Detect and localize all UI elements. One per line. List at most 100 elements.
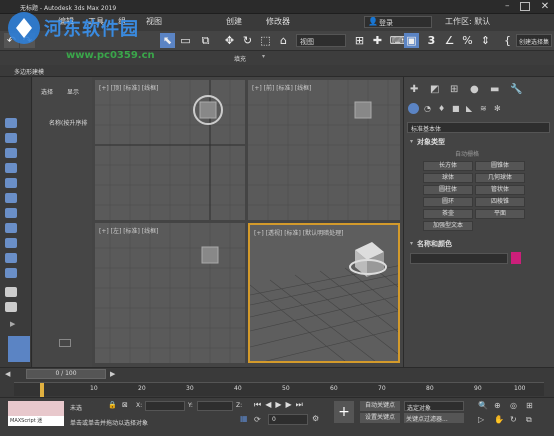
bone-filter-icon[interactable]: [5, 268, 17, 278]
auto-key-button[interactable]: 自动关键点: [360, 401, 400, 411]
select-scale-icon[interactable]: ⬚: [258, 33, 273, 48]
utilities-tab-icon[interactable]: 🔧: [510, 84, 522, 95]
create-tab-icon[interactable]: ✚: [410, 84, 418, 95]
snaps-3d-icon[interactable]: 3: [424, 33, 439, 48]
name-column-header[interactable]: 名称(按升序排: [49, 118, 87, 127]
place-icon[interactable]: ⌂: [276, 33, 291, 48]
collapse-name-icon[interactable]: ▾: [410, 240, 413, 247]
menu-create[interactable]: 创建: [226, 16, 242, 27]
expand-arrow-icon[interactable]: ▶: [10, 320, 15, 328]
display-tab[interactable]: 显示: [67, 87, 79, 96]
collapse-icon[interactable]: ▾: [410, 138, 413, 145]
shapes-icon[interactable]: ◔: [424, 104, 431, 113]
maxscript-label[interactable]: MAXScript 迷: [8, 416, 64, 426]
display-none-icon[interactable]: [5, 118, 17, 128]
pivot-icon[interactable]: ⊞: [352, 33, 367, 48]
angle-snap-icon[interactable]: ∠: [442, 33, 457, 48]
hierarchy-icon[interactable]: [5, 287, 17, 297]
zoom-icon[interactable]: 🔍: [478, 401, 488, 410]
geosphere-button[interactable]: 几何球体: [475, 173, 525, 183]
teapot-button[interactable]: 茶壶: [423, 209, 473, 219]
redo-icon[interactable]: ↷: [20, 33, 35, 48]
spacewarps-icon[interactable]: ≋: [480, 104, 487, 113]
viewport-left[interactable]: [+] [左] [标准] [线框]: [95, 223, 245, 363]
edit-named-sets-icon[interactable]: {: [500, 33, 515, 48]
keyboard-shortcut-icon[interactable]: ⌨: [390, 33, 406, 48]
orbit-icon[interactable]: ↻: [510, 415, 517, 424]
zoom-all-icon[interactable]: ⊕: [494, 401, 501, 410]
motion-tab-icon[interactable]: ●: [470, 84, 479, 95]
zoom-extents-all-icon[interactable]: ⊞: [526, 401, 533, 410]
select-move-icon[interactable]: ✥: [222, 33, 237, 48]
workspace-dropdown[interactable]: 工作区: 默认: [445, 16, 490, 27]
menu-modifiers[interactable]: 修改器: [266, 16, 290, 27]
geometry-filter-icon[interactable]: [5, 148, 17, 158]
torus-button[interactable]: 圆环: [423, 197, 473, 207]
zoom-extents-icon[interactable]: ◎: [510, 401, 517, 410]
go-to-start-icon[interactable]: ⏮: [254, 400, 261, 412]
menu-group[interactable]: 组: [118, 16, 126, 27]
percent-snap-icon[interactable]: %: [460, 33, 475, 48]
sign-in-dropdown[interactable]: 👤 登录: [364, 16, 432, 28]
time-slider[interactable]: 0 / 100: [26, 369, 106, 379]
geometry-icon[interactable]: [408, 103, 419, 114]
primitive-type-dropdown[interactable]: 标准基本体: [407, 122, 550, 133]
next-frame-icon[interactable]: ▶: [110, 370, 115, 378]
key-filters-button[interactable]: 关键点过滤器...: [404, 413, 464, 423]
tube-button[interactable]: 管状体: [475, 185, 525, 195]
cone-button[interactable]: 圆锥体: [475, 161, 525, 171]
select-tab[interactable]: 选择: [41, 87, 53, 96]
plane-button[interactable]: 平面: [475, 209, 525, 219]
snaps-toggle-icon[interactable]: ▣: [404, 33, 419, 48]
name-color-title[interactable]: 名称和颜色: [417, 239, 452, 249]
cylinder-button[interactable]: 圆柱体: [423, 185, 473, 195]
track-bar[interactable]: 10 20 30 40 50 60 70 80 90 100: [14, 382, 544, 397]
spinner-snap-icon[interactable]: ⇕: [478, 33, 493, 48]
display-all-icon[interactable]: [5, 133, 17, 143]
go-to-end-icon[interactable]: ⏭: [296, 400, 303, 412]
menu-view[interactable]: 视图: [146, 16, 162, 27]
maximize-button[interactable]: [520, 2, 530, 11]
camera-filter-icon[interactable]: [5, 193, 17, 203]
hierarchy-tab-icon[interactable]: ⊞: [450, 84, 458, 95]
y-coordinate-field[interactable]: [197, 401, 233, 411]
scroll-thumb[interactable]: [59, 339, 71, 347]
helpers-icon[interactable]: ◣: [466, 104, 472, 113]
current-frame-field[interactable]: 0: [268, 414, 308, 425]
light-filter-icon[interactable]: [5, 178, 17, 188]
set-key-button[interactable]: 设置关键点: [360, 413, 400, 423]
menu-tools[interactable]: 工具: [88, 16, 104, 27]
next-key-icon[interactable]: ▶: [286, 400, 292, 412]
select-region-icon[interactable]: ▭: [178, 33, 193, 48]
box-button[interactable]: 长方体: [423, 161, 473, 171]
viewport-top-label[interactable]: [+] [顶] [标准] [线框]: [99, 83, 158, 92]
select-rotate-icon[interactable]: ↻: [240, 33, 255, 48]
cameras-icon[interactable]: ■: [452, 104, 460, 113]
grid-icon[interactable]: ▦: [240, 414, 248, 423]
absolute-mode-icon[interactable]: ⊠: [122, 401, 128, 409]
key-target-dropdown[interactable]: 选定对象: [404, 401, 464, 412]
previous-key-icon[interactable]: ◀: [265, 400, 271, 412]
set-key-big-icon[interactable]: +: [334, 401, 354, 423]
prev-frame-icon[interactable]: ◀: [5, 370, 10, 378]
spacewarp-filter-icon[interactable]: [5, 223, 17, 233]
ribbon-expand-icon[interactable]: ▾: [262, 53, 265, 60]
modify-tab-icon[interactable]: ◩: [430, 84, 439, 95]
shape-filter-icon[interactable]: [5, 163, 17, 173]
object-type-title[interactable]: 对象类型: [417, 137, 445, 147]
time-config-icon[interactable]: ⚙: [312, 414, 319, 423]
group-filter-icon[interactable]: [5, 238, 17, 248]
xref-filter-icon[interactable]: [5, 253, 17, 263]
layer-icon[interactable]: [5, 302, 17, 312]
helper-filter-icon[interactable]: [5, 208, 17, 218]
key-mode-icon[interactable]: ⟳: [254, 415, 261, 424]
pyramid-button[interactable]: 四棱锥: [475, 197, 525, 207]
pan-icon[interactable]: ✋: [494, 415, 504, 424]
ribbon-fill-label[interactable]: 填充: [234, 54, 246, 63]
play-icon[interactable]: ▶: [275, 400, 281, 412]
viewport-left-label[interactable]: [+] [左] [标准] [线框]: [99, 226, 158, 235]
lock-icon[interactable]: 🔒: [108, 401, 117, 409]
minimize-button[interactable]: –: [505, 2, 515, 11]
viewport-perspective-label[interactable]: [+] [透视] [标准] [默认明暗处理]: [254, 228, 343, 237]
close-button[interactable]: ✕: [538, 0, 552, 13]
